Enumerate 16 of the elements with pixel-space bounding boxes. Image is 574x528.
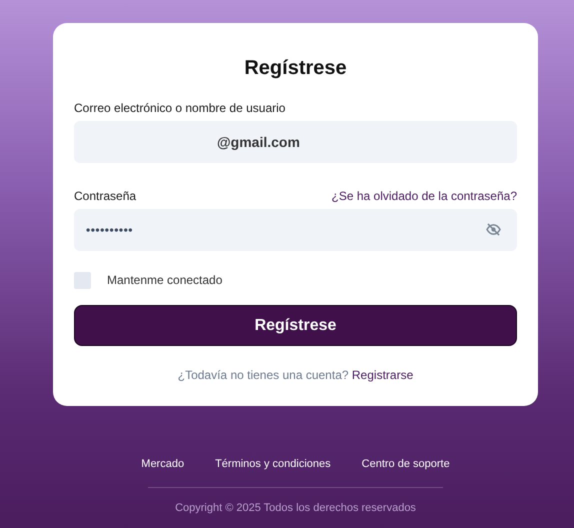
footer-link[interactable]: Centro de soporte bbox=[362, 456, 450, 472]
signup-link[interactable]: Registrarse bbox=[352, 368, 414, 382]
email-field[interactable]: @gmail.com bbox=[74, 121, 517, 163]
eye-off-icon[interactable] bbox=[486, 223, 501, 236]
signup-prompt: ¿Todavía no tienes una cuenta? bbox=[178, 368, 349, 382]
footer-link[interactable]: Términos y condiciones bbox=[215, 456, 331, 472]
copyright-text: Copyright © 2025 Todos los derechos reservados bbox=[174, 500, 417, 516]
form-title: Regístrese bbox=[243, 56, 348, 81]
submit-button[interactable]: Regístrese bbox=[74, 305, 517, 346]
password-label: Contraseña bbox=[74, 188, 136, 205]
password-field[interactable]: •••••••••• bbox=[74, 209, 517, 251]
remember-label: Mantenme conectado bbox=[107, 272, 222, 289]
footer-link[interactable]: Mercado bbox=[141, 456, 184, 472]
forgot-password-link[interactable]: ¿Se ha olvidado de la contraseña? bbox=[332, 187, 517, 205]
email-label: Correo electrónico o nombre de usuario bbox=[74, 100, 286, 117]
remember-checkbox[interactable] bbox=[74, 272, 91, 288]
